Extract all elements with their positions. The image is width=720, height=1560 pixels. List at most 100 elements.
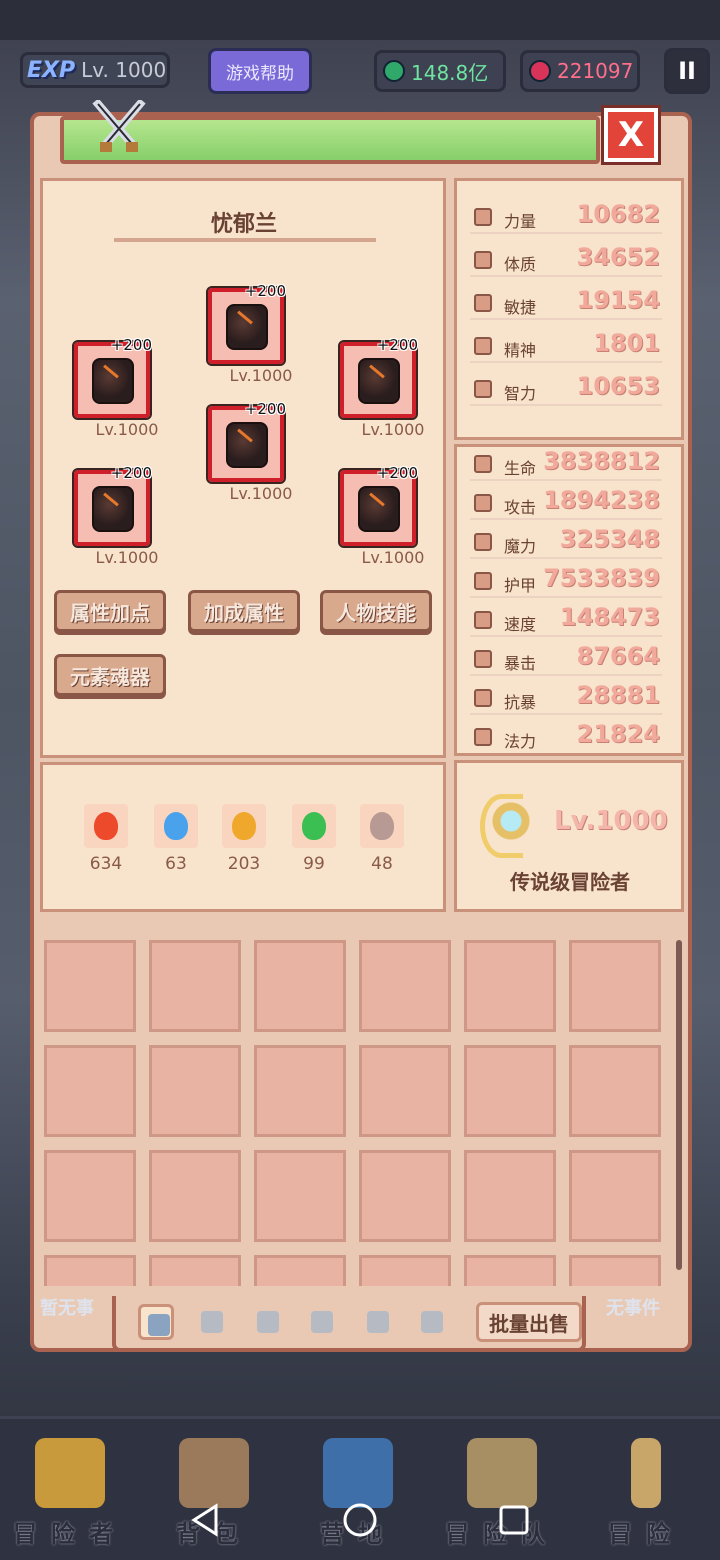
equipment-slot-boots[interactable]: +200 — [338, 464, 418, 548]
leaf-icon — [302, 812, 326, 840]
pause-button[interactable]: II — [664, 48, 710, 94]
legendary-emblem-icon — [480, 790, 542, 858]
inventory-slot[interactable] — [149, 1255, 241, 1286]
sword-icon — [474, 494, 492, 512]
close-button[interactable]: X — [604, 108, 658, 162]
inventory-slot[interactable] — [464, 1045, 556, 1137]
inventory-slot[interactable] — [44, 1045, 136, 1137]
inventory-slot[interactable] — [359, 1255, 451, 1286]
green-gem-amount: 148.8亿 — [411, 60, 489, 85]
red-gem-amount: 221097 — [557, 59, 634, 83]
inventory-slot[interactable] — [569, 1255, 661, 1286]
inventory-slot[interactable] — [464, 940, 556, 1032]
attribute-points-button[interactable]: 属性加点 — [54, 590, 166, 632]
recents-icon[interactable] — [494, 1500, 534, 1540]
stat-value: 1801 — [593, 329, 660, 357]
element-fire[interactable]: 634 — [84, 804, 128, 874]
inventory-slot[interactable] — [464, 1255, 556, 1286]
element-dark[interactable]: 48 — [360, 804, 404, 874]
equipment-slot-gloves[interactable]: +200 — [72, 464, 152, 548]
element-water[interactable]: 63 — [154, 804, 198, 874]
stat-armor: 护甲 7533839 — [470, 564, 662, 598]
bonus-attributes-button[interactable]: 加成属性 — [188, 590, 300, 632]
status-area — [0, 0, 720, 40]
element-count: 634 — [89, 854, 123, 874]
stat-label: 智力 — [504, 384, 537, 403]
stat-speed: 速度 148473 — [470, 603, 662, 637]
wand-icon — [474, 533, 492, 551]
stat-value: 28881 — [576, 681, 661, 709]
stat-strength: 力量 10682 — [470, 200, 662, 234]
tab-legwear[interactable] — [360, 1304, 396, 1340]
inventory-slot[interactable] — [44, 1255, 136, 1286]
boot-icon — [474, 294, 492, 312]
tab-helmets[interactable] — [250, 1304, 286, 1340]
equipment-slot-weapon[interactable]: +200 — [72, 336, 152, 420]
inventory-slot[interactable] — [44, 940, 136, 1032]
element-soul-button[interactable]: 元素魂器 — [54, 654, 166, 696]
game-help-button[interactable]: 游戏帮助 — [208, 48, 312, 94]
character-name: 忧郁兰 — [210, 212, 277, 237]
back-icon[interactable] — [186, 1500, 226, 1540]
enhance-level: +200 — [244, 282, 286, 300]
inventory-slot[interactable] — [149, 1045, 241, 1137]
equipment-slot-armor[interactable]: +200 — [206, 400, 286, 484]
red-gem-icon — [529, 60, 551, 82]
heart-icon — [474, 251, 492, 269]
stat-label: 力量 — [504, 212, 537, 231]
gloves-icon — [92, 486, 134, 532]
inventory-slot[interactable] — [149, 1150, 241, 1242]
nav-adventure[interactable]: 冒险 — [586, 1430, 706, 1550]
exp-level-badge: EXP Lv. 1000 — [20, 52, 170, 88]
rank-level: Lv.1000 — [554, 806, 668, 836]
ring-icon — [421, 1311, 443, 1333]
stat-value: 87664 — [576, 642, 661, 670]
inventory-slot[interactable] — [359, 1045, 451, 1137]
stat-label: 抗暴 — [504, 693, 537, 712]
inventory-slot[interactable] — [359, 1150, 451, 1242]
nav-adventurer[interactable]: 冒险者 — [10, 1430, 130, 1550]
inventory-slot[interactable] — [254, 940, 346, 1032]
pants-icon — [367, 1311, 389, 1333]
stat-value: 10653 — [576, 372, 661, 400]
element-count: 48 — [371, 854, 393, 874]
stat-mana: 法力 21824 — [470, 720, 662, 754]
tab-accessories[interactable] — [414, 1304, 450, 1340]
crit-resist-icon — [474, 689, 492, 707]
backpack-icon — [179, 1438, 249, 1508]
bulk-sell-button[interactable]: 批量出售 — [476, 1302, 582, 1342]
item-level: Lv.1000 — [361, 548, 425, 567]
inventory-slot[interactable] — [569, 940, 661, 1032]
inventory-slot[interactable] — [254, 1255, 346, 1286]
home-icon[interactable] — [340, 1500, 380, 1540]
book-icon — [467, 1438, 537, 1508]
inventory-slot[interactable] — [149, 940, 241, 1032]
inventory-slot[interactable] — [44, 1150, 136, 1242]
element-nature[interactable]: 99 — [292, 804, 336, 874]
rank-title: 传说级冒险者 — [510, 870, 630, 894]
inventory-slot[interactable] — [254, 1150, 346, 1242]
inventory-slot[interactable] — [464, 1150, 556, 1242]
stat-value: 1894238 — [543, 486, 660, 514]
element-lightning[interactable]: 203 — [222, 804, 266, 874]
equipment-slot-shield[interactable]: +200 — [338, 336, 418, 420]
character-skills-button[interactable]: 人物技能 — [320, 590, 432, 632]
item-level: Lv.1000 — [229, 366, 293, 385]
tab-armor[interactable] — [304, 1304, 340, 1340]
stat-constitution: 体质 34652 — [470, 243, 662, 277]
equipment-slot-helmet[interactable]: +200 — [206, 282, 286, 366]
inventory-scrollbar[interactable] — [676, 940, 682, 1270]
tab-shields[interactable] — [194, 1304, 230, 1340]
stat-value: 10682 — [576, 200, 661, 228]
inventory-slot[interactable] — [569, 1045, 661, 1137]
stat-crit: 暴击 87664 — [470, 642, 662, 676]
crossed-swords-icon — [92, 100, 146, 152]
element-count: 99 — [303, 854, 325, 874]
inventory-slot[interactable] — [359, 940, 451, 1032]
stat-value: 19154 — [576, 286, 661, 314]
inventory-slot[interactable] — [254, 1045, 346, 1137]
stat-value: 34652 — [576, 243, 661, 271]
tab-weapons[interactable] — [138, 1304, 174, 1340]
inventory-slot[interactable] — [569, 1150, 661, 1242]
stat-value: 148473 — [559, 603, 660, 631]
